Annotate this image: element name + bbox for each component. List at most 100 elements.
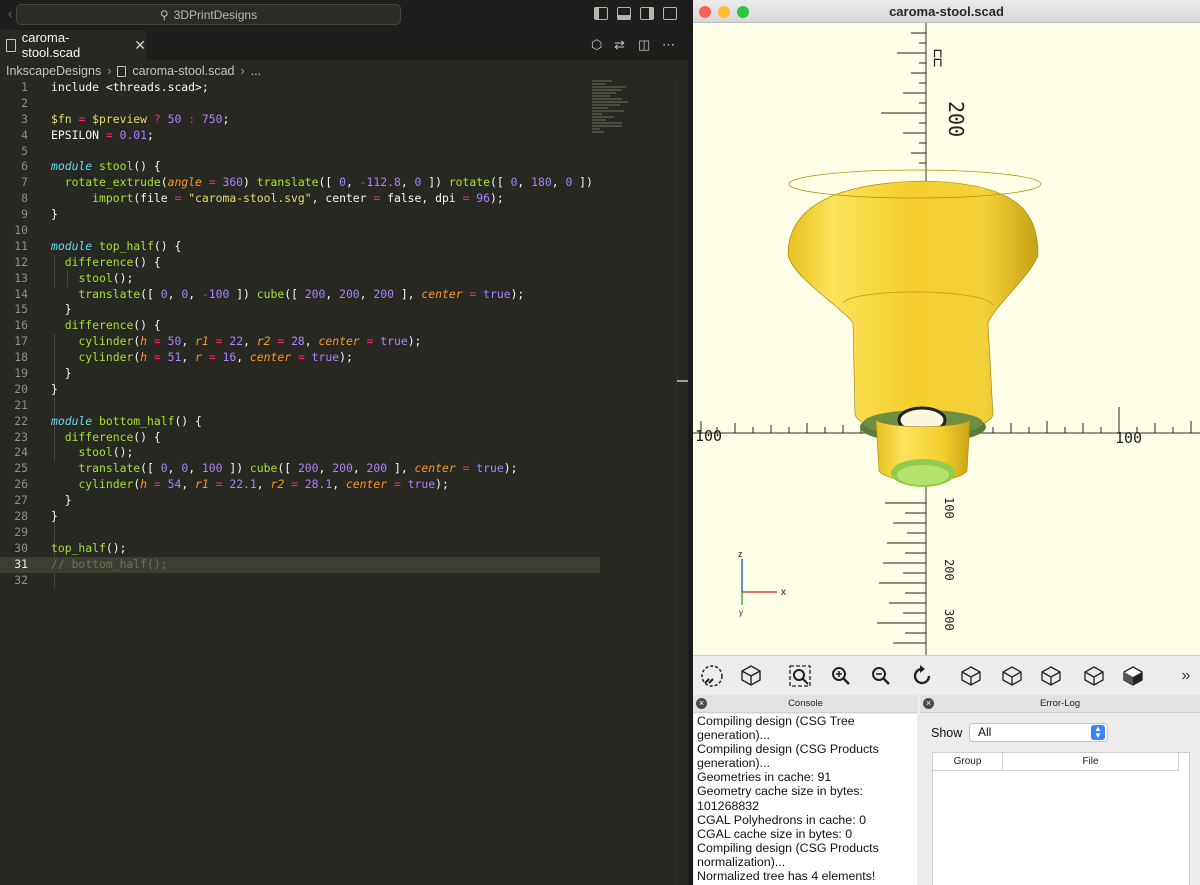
console-line: Compiling design (CSG Tree generation)..…	[697, 714, 855, 743]
errorlog-title: Error-Log	[1039, 698, 1081, 709]
command-center-search[interactable]: ⚲ 3DPrintDesigns	[16, 4, 401, 25]
openscad-preview-icon[interactable]: ⬡	[591, 37, 602, 53]
ruler-label-right-100: 100	[1115, 429, 1142, 447]
3d-viewport[interactable]: ⊏⊏ 200 300 100 100 100 100 200 300	[693, 23, 1200, 655]
breadcrumb-file[interactable]: caroma-stool.scad	[132, 64, 234, 78]
tab-label: caroma-stool.scad	[21, 30, 81, 60]
search-icon: ⚲	[159, 7, 169, 22]
code-editor[interactable]: 1 include <threads.scad>; 2 3 $fn = $previ…	[0, 80, 600, 589]
console-line: Geometries in cache: 91	[697, 770, 832, 785]
reset-view-button[interactable]	[908, 662, 936, 690]
code-line-current[interactable]: 31// bottom_half();	[0, 556, 600, 573]
column-header-group[interactable]: Group	[933, 753, 1003, 771]
close-icon[interactable]: ✕	[134, 37, 146, 54]
errorlog-header: × Error-Log	[920, 695, 1200, 713]
toggle-panel-icon[interactable]	[617, 7, 631, 20]
view-all-button[interactable]	[786, 662, 814, 690]
code-line: 14 translate([ 0, 0, -100 ]) cube([ 200,…	[14, 286, 525, 301]
split-editor-icon[interactable]: ◫	[638, 37, 650, 53]
toggle-secondary-sidebar-icon[interactable]	[640, 7, 654, 20]
zoom-out-icon	[872, 667, 890, 685]
view-right-button[interactable]	[957, 662, 985, 690]
code-line: 7 rotate_extrude(angle = 360) translate(…	[21, 175, 593, 190]
code-line: 32	[14, 572, 28, 587]
console-line: CGAL Polyhedrons in cache: 0	[697, 812, 866, 827]
breadcrumb-symbol[interactable]: ...	[251, 64, 261, 78]
console-line: Compiling design (CSG Products normaliza…	[697, 840, 879, 869]
more-actions-icon[interactable]: ⋯	[662, 37, 675, 53]
z-axis-ticks-bottom	[877, 502, 926, 644]
customize-layout-icon[interactable]	[663, 7, 677, 20]
code-line: 24 stool();	[14, 445, 134, 460]
toggle-primary-sidebar-icon[interactable]	[594, 7, 608, 20]
vscode-window: ‹ ⚲ 3DPrintDesigns caroma-stool.scad ✕ ⬡…	[0, 0, 688, 885]
view-bottom-button[interactable]	[1037, 662, 1065, 690]
code-line: 23 difference() {	[14, 429, 161, 444]
code-line: 2	[21, 95, 28, 110]
close-errorlog-icon[interactable]: ×	[923, 698, 934, 709]
code-line: 16 difference() {	[14, 318, 161, 333]
tab-caroma-stool[interactable]: caroma-stool.scad ✕	[0, 30, 146, 60]
code-line: 27 }	[14, 493, 72, 508]
cube-left-icon	[1084, 666, 1104, 686]
zoom-out-button[interactable]	[867, 662, 895, 690]
code-line: 13 stool();	[14, 270, 134, 285]
console-line: CGAL cache size in bytes: 0	[697, 826, 853, 841]
x-axis-ticks-right	[992, 407, 1192, 433]
code-line: 3 $fn = $preview ? 50 : 750;	[21, 111, 230, 126]
preview-button[interactable]	[698, 662, 726, 690]
search-label: 3DPrintDesigns	[173, 7, 258, 22]
console-line: Geometry cache size in bytes: 101268832	[697, 784, 863, 813]
view-top-button[interactable]	[998, 662, 1026, 690]
render-button[interactable]	[737, 662, 765, 690]
column-header-file[interactable]: File	[1003, 753, 1179, 771]
stool-model	[787, 169, 1042, 487]
code-line: 10	[14, 223, 28, 238]
code-line: 22 module bottom_half() {	[14, 413, 202, 428]
close-console-icon[interactable]: ×	[696, 698, 707, 709]
render-icon	[741, 665, 761, 686]
close-window-icon[interactable]	[699, 6, 711, 18]
back-arrow-icon[interactable]: ‹	[8, 6, 12, 21]
code-line: 30 top_half();	[14, 540, 127, 555]
console-output[interactable]: Compiling design (CSG Tree generation)..…	[694, 714, 917, 885]
code-line: 21	[14, 397, 28, 412]
code-line: 9}	[21, 207, 58, 222]
zoom-in-icon	[832, 667, 850, 685]
y-axis-label: y	[739, 608, 743, 617]
3d-render: ⊏⊏ 200 300 100 100 100 100 200 300	[693, 23, 1200, 655]
more-tools-icon[interactable]: »	[1175, 662, 1197, 690]
view-all-icon	[789, 665, 811, 687]
console-title: Console	[788, 698, 823, 709]
errorlog-table[interactable]: Group File	[932, 752, 1190, 885]
chevron-right-icon: ›	[240, 64, 245, 78]
view-front-button[interactable]	[1119, 662, 1147, 690]
zoom-window-icon[interactable]	[737, 6, 749, 18]
ruler-label-left-100: 100	[695, 427, 722, 445]
compare-changes-icon[interactable]: ⇄	[614, 37, 625, 53]
code-line: 5	[21, 143, 28, 158]
minimap[interactable]	[592, 80, 628, 140]
code-line: 15 }	[14, 302, 72, 317]
breadcrumb: InkscapeDesigns › caroma-stool.scad › ..…	[0, 60, 688, 82]
minimize-window-icon[interactable]	[718, 6, 730, 18]
code-line: 20}	[14, 381, 58, 396]
preview-icon	[701, 665, 723, 687]
ruler-label-bottom-1: 100	[942, 497, 956, 519]
breadcrumb-folder[interactable]: InkscapeDesigns	[6, 64, 101, 78]
vscode-titlebar: ‹ ⚲ 3DPrintDesigns	[0, 0, 688, 30]
editor-scrollbar[interactable]	[676, 82, 688, 885]
x-axis-label: x	[781, 587, 786, 598]
view-left-button[interactable]	[1080, 662, 1108, 690]
code-line: 8 import(file = "caroma-stool.svg", cent…	[21, 191, 504, 206]
chevron-up-down-icon: ▲ ▼	[1091, 725, 1105, 740]
ruler-label-top: ⊏⊏	[929, 49, 947, 67]
editor-tab-bar: caroma-stool.scad ✕ ⬡ ⇄ ◫ ⋯	[0, 30, 688, 60]
show-label: Show	[931, 726, 963, 740]
show-filter-select[interactable]: All ▲ ▼	[969, 723, 1108, 742]
code-line: 28}	[14, 509, 58, 524]
code-line: 26 cylinder(h = 54, r1 = 22.1, r2 = 28.1…	[14, 477, 449, 492]
zoom-in-button[interactable]	[827, 662, 855, 690]
z-axis-label: z	[738, 549, 743, 559]
console-header: × Console	[693, 695, 918, 713]
